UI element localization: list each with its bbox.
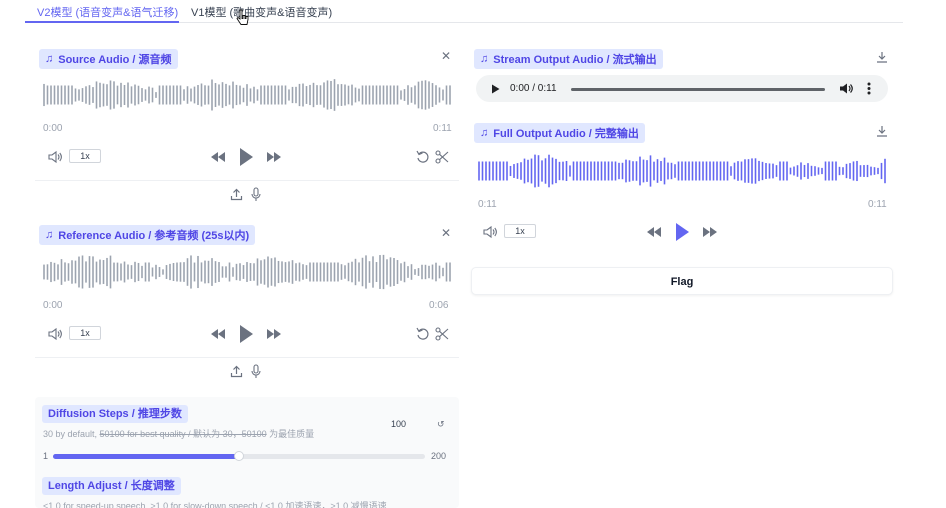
rewind-icon[interactable] — [210, 151, 226, 163]
length-adjust-label: Length Adjust / 长度调整 — [42, 477, 181, 495]
reference-audio-panel: ♫ Reference Audio / 参考音频 (25s以内) ✕ 0:00 … — [35, 220, 459, 387]
mouse-cursor-icon — [236, 9, 249, 25]
player-progress-track[interactable] — [571, 88, 825, 91]
full-time-start: 0:11 — [478, 199, 497, 210]
source-audio-panel: ♫ Source Audio / 源音频 ✕ 0:00 0:11 1x — [35, 43, 459, 210]
full-output-waveform[interactable] — [478, 151, 888, 191]
reference-waveform[interactable] — [43, 252, 453, 292]
music-note-icon: ♫ — [480, 53, 489, 65]
music-note-icon: ♫ — [480, 127, 489, 139]
active-tab-indicator — [25, 21, 179, 23]
playback-speed-button[interactable]: 1x — [69, 326, 101, 340]
diffusion-steps-number-input[interactable]: 100 — [391, 419, 406, 429]
stream-output-label: ♫ Stream Output Audio / 流式输出 — [474, 49, 663, 69]
flag-button[interactable]: Flag — [471, 267, 893, 295]
microphone-icon[interactable] — [250, 364, 262, 379]
volume-icon[interactable] — [482, 225, 498, 239]
rewind-icon[interactable] — [210, 328, 226, 340]
fast-forward-icon[interactable] — [702, 226, 718, 238]
divider — [35, 357, 459, 358]
source-waveform[interactable] — [43, 75, 453, 115]
slider-max-label: 200 — [431, 451, 447, 461]
full-output-label: ♫ Full Output Audio / 完整输出 — [474, 123, 645, 143]
audio-player: 0:00 / 0:11 — [476, 75, 888, 102]
more-options-icon[interactable] — [867, 82, 871, 95]
full-time-end: 0:11 — [868, 199, 887, 210]
source-audio-label: ♫ Source Audio / 源音频 — [39, 49, 178, 69]
close-icon[interactable]: ✕ — [439, 226, 453, 240]
playback-speed-button[interactable]: 1x — [504, 224, 536, 238]
music-note-icon: ♫ — [45, 229, 54, 241]
source-time-end: 0:11 — [433, 123, 452, 134]
trim-scissors-icon[interactable] — [435, 150, 449, 164]
playback-speed-button[interactable]: 1x — [69, 149, 101, 163]
diffusion-steps-slider-fill — [53, 454, 239, 459]
play-icon[interactable] — [674, 222, 690, 242]
reference-time-end: 0:06 — [429, 300, 449, 311]
play-icon[interactable] — [491, 84, 500, 94]
source-time-start: 0:00 — [43, 123, 63, 134]
download-icon[interactable] — [875, 50, 889, 64]
divider — [35, 180, 459, 181]
play-icon[interactable] — [238, 324, 254, 344]
upload-icon[interactable] — [230, 188, 243, 201]
download-icon[interactable] — [875, 124, 889, 138]
diffusion-steps-label: Diffusion Steps / 推理步数 — [42, 405, 188, 423]
fast-forward-icon[interactable] — [266, 328, 282, 340]
close-icon[interactable]: ✕ — [439, 49, 453, 63]
undo-icon[interactable] — [416, 150, 430, 164]
fast-forward-icon[interactable] — [266, 151, 282, 163]
settings-panel: Diffusion Steps / 推理步数 30 by default, 50… — [35, 397, 459, 508]
tab-v2-model[interactable]: V2模型 (语音变声&语气迁移) — [37, 4, 178, 20]
upload-icon[interactable] — [230, 365, 243, 378]
diffusion-steps-description: 30 by default, 50100 for best quality / … — [43, 429, 315, 439]
volume-icon[interactable] — [47, 150, 63, 164]
volume-icon[interactable] — [839, 82, 853, 95]
length-adjust-description: <1.0 for speed-up speech, >1.0 for slow-… — [43, 501, 387, 508]
player-time: 0:00 / 0:11 — [510, 83, 557, 94]
music-note-icon: ♫ — [45, 53, 54, 65]
volume-icon[interactable] — [47, 327, 63, 341]
play-icon[interactable] — [238, 147, 254, 167]
tab-bar: V2模型 (语音变声&语气迁移) V1模型 (歌曲变声&语音变声) — [25, 0, 903, 23]
rewind-icon[interactable] — [646, 226, 662, 238]
slider-min-label: 1 — [43, 451, 49, 461]
microphone-icon[interactable] — [250, 187, 262, 202]
tab-v1-model[interactable]: V1模型 (歌曲变声&语音变声) — [191, 4, 332, 20]
full-output-panel: ♫ Full Output Audio / 完整输出 0:11 0:11 1x — [470, 118, 894, 256]
trim-scissors-icon[interactable] — [435, 327, 449, 341]
undo-icon[interactable] — [416, 327, 430, 341]
reset-icon[interactable]: ↺ — [437, 419, 445, 430]
slider-thumb[interactable] — [234, 451, 244, 461]
reference-time-start: 0:00 — [43, 300, 63, 311]
reference-audio-label: ♫ Reference Audio / 参考音频 (25s以内) — [39, 225, 256, 245]
